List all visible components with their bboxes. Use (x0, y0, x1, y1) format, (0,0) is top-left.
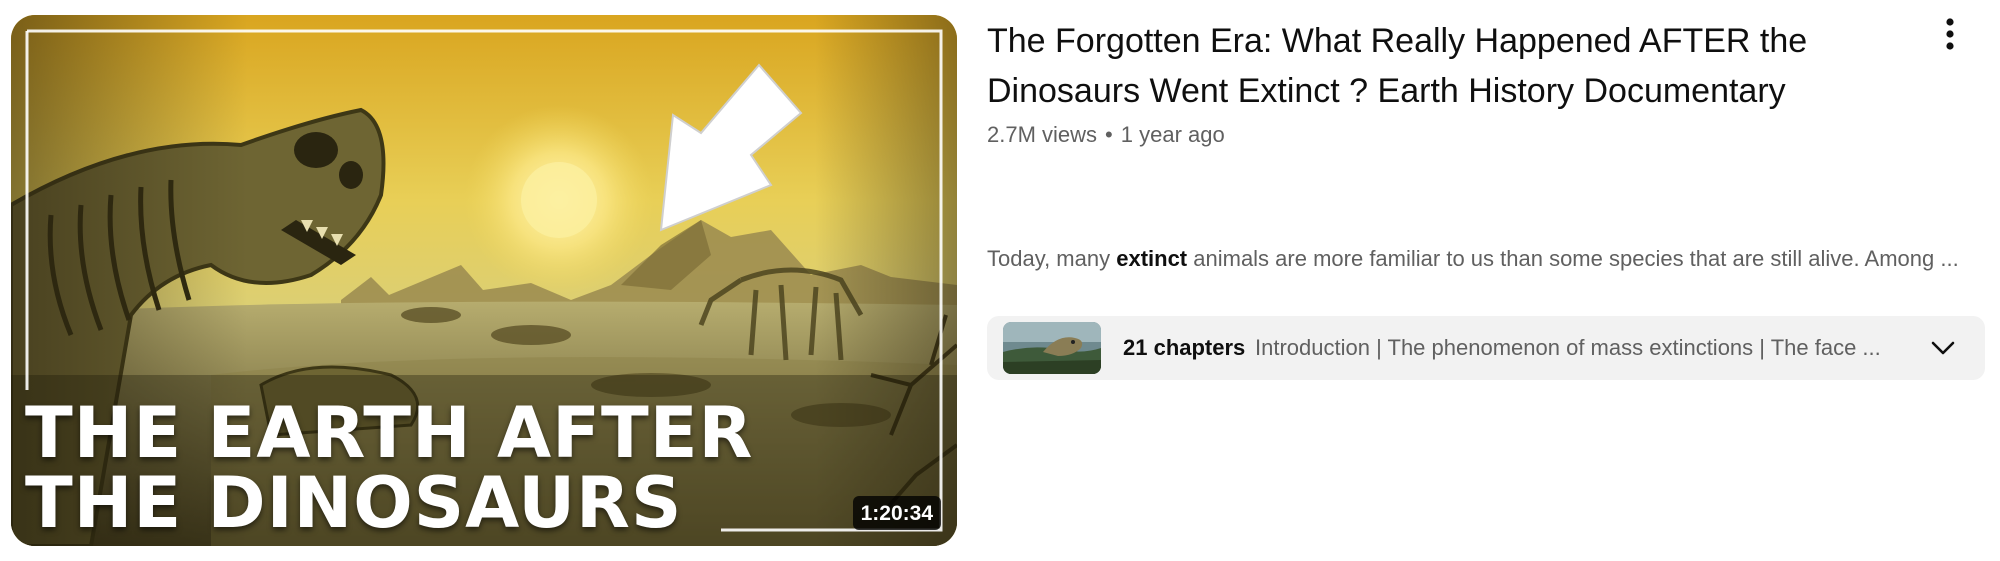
chapters-panel[interactable]: 21 chapters Introduction | The phenomeno… (987, 316, 1985, 380)
description-snippet: Today, many extinct animals are more fam… (987, 244, 1987, 274)
thumbnail-title-line1: THE EARTH AFTER (25, 392, 754, 474)
chapters-list: Introduction | The phenomenon of mass ex… (1255, 335, 1881, 360)
meta-separator: • (1105, 122, 1113, 147)
video-meta: 2.7M views • 1 year ago (987, 120, 1907, 150)
search-result-row: THE EARTH AFTER THE DINOSAURS 1:20:34 Th… (0, 0, 2000, 561)
chevron-down-icon (1931, 341, 1955, 355)
duration-badge: 1:20:34 (852, 496, 941, 530)
thumbnail-title-line2: THE DINOSAURS (25, 462, 683, 544)
thumbnail-title: THE EARTH AFTER THE DINOSAURS (25, 398, 753, 538)
chapter-thumbnail (1003, 322, 1101, 374)
snippet-text-before: Today, many (987, 246, 1117, 271)
video-title[interactable]: The Forgotten Era: What Really Happened … (987, 16, 1907, 116)
upload-age: 1 year ago (1120, 122, 1225, 147)
chapters-count: 21 chapters (1123, 335, 1246, 360)
video-thumbnail[interactable]: THE EARTH AFTER THE DINOSAURS 1:20:34 (11, 15, 957, 546)
more-actions-button[interactable] (1930, 14, 1970, 54)
video-details: The Forgotten Era: What Really Happened … (987, 16, 1907, 150)
snippet-text-after: animals are more familiar to us than som… (1187, 246, 1959, 271)
vertical-ellipsis-icon (1946, 18, 1954, 50)
view-count: 2.7M views (987, 122, 1098, 147)
expand-chapters-button[interactable] (1927, 332, 1959, 364)
snippet-highlight: extinct (1116, 246, 1188, 271)
chapter-thumbnail-image (1003, 322, 1101, 374)
